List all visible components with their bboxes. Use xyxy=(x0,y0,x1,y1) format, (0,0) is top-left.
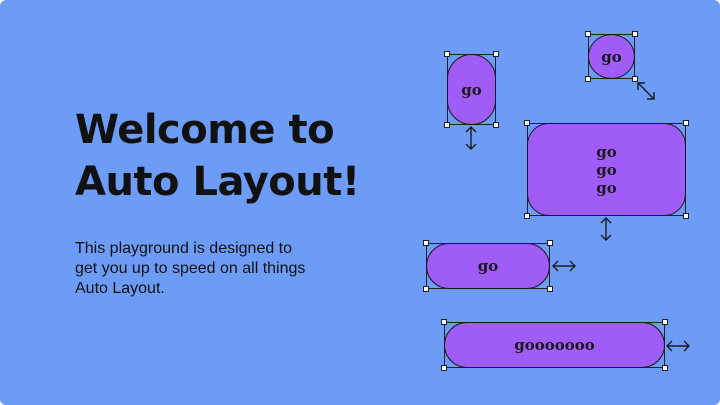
resize-handle[interactable] xyxy=(547,286,553,292)
resize-handle[interactable] xyxy=(423,240,429,246)
vertical-resize-arrow-icon[interactable] xyxy=(599,217,613,241)
resize-handle[interactable] xyxy=(547,240,553,246)
page-title: Welcome to Auto Layout! xyxy=(75,104,360,208)
intro-line-2: get you up to speed on all things xyxy=(75,260,306,277)
stack-go-label-1: go xyxy=(596,142,617,161)
circle-go-button[interactable]: go xyxy=(588,34,635,79)
resize-handle[interactable] xyxy=(444,51,450,57)
stack-go-label-2: go xyxy=(596,160,617,179)
horizontal-resize-arrow-icon[interactable] xyxy=(552,259,576,273)
resize-handle[interactable] xyxy=(662,365,668,371)
wide-pill-label: gooooooo xyxy=(514,336,595,354)
resize-handle[interactable] xyxy=(423,286,429,292)
stack-go-label-3: go xyxy=(596,178,617,197)
intro-line-1: This playground is designed to xyxy=(75,240,293,257)
intro-text: This playground is designed to get you u… xyxy=(75,239,305,299)
wide-gooooooo-button[interactable]: gooooooo xyxy=(444,322,665,368)
resize-handle[interactable] xyxy=(585,76,591,82)
vertical-resize-arrow-icon[interactable] xyxy=(464,126,478,150)
resize-handle[interactable] xyxy=(441,365,447,371)
vertical-go-label: go xyxy=(461,80,482,99)
horizontal-go-label: go xyxy=(477,257,499,275)
resize-handle[interactable] xyxy=(493,51,499,57)
resize-handle[interactable] xyxy=(683,213,689,219)
horizontal-go-button[interactable]: go xyxy=(426,243,550,289)
stack-go-box[interactable]: go go go xyxy=(527,123,686,216)
resize-handle[interactable] xyxy=(662,319,668,325)
resize-handle[interactable] xyxy=(493,122,499,128)
title-line-2: Auto Layout! xyxy=(75,159,360,205)
resize-handle[interactable] xyxy=(524,120,530,126)
horizontal-resize-arrow-icon[interactable] xyxy=(666,339,690,353)
intro-line-3: Auto Layout. xyxy=(75,280,165,297)
diagonal-resize-arrow-icon[interactable] xyxy=(636,81,656,101)
resize-handle[interactable] xyxy=(585,31,591,37)
playground-canvas: Welcome to Auto Layout! This playground … xyxy=(0,0,720,405)
vertical-go-button[interactable]: go xyxy=(447,54,496,125)
resize-handle[interactable] xyxy=(441,319,447,325)
circle-go-label: go xyxy=(601,47,622,66)
resize-handle[interactable] xyxy=(444,122,450,128)
resize-handle[interactable] xyxy=(683,120,689,126)
resize-handle[interactable] xyxy=(632,31,638,37)
resize-handle[interactable] xyxy=(524,213,530,219)
title-line-1: Welcome to xyxy=(75,107,335,153)
